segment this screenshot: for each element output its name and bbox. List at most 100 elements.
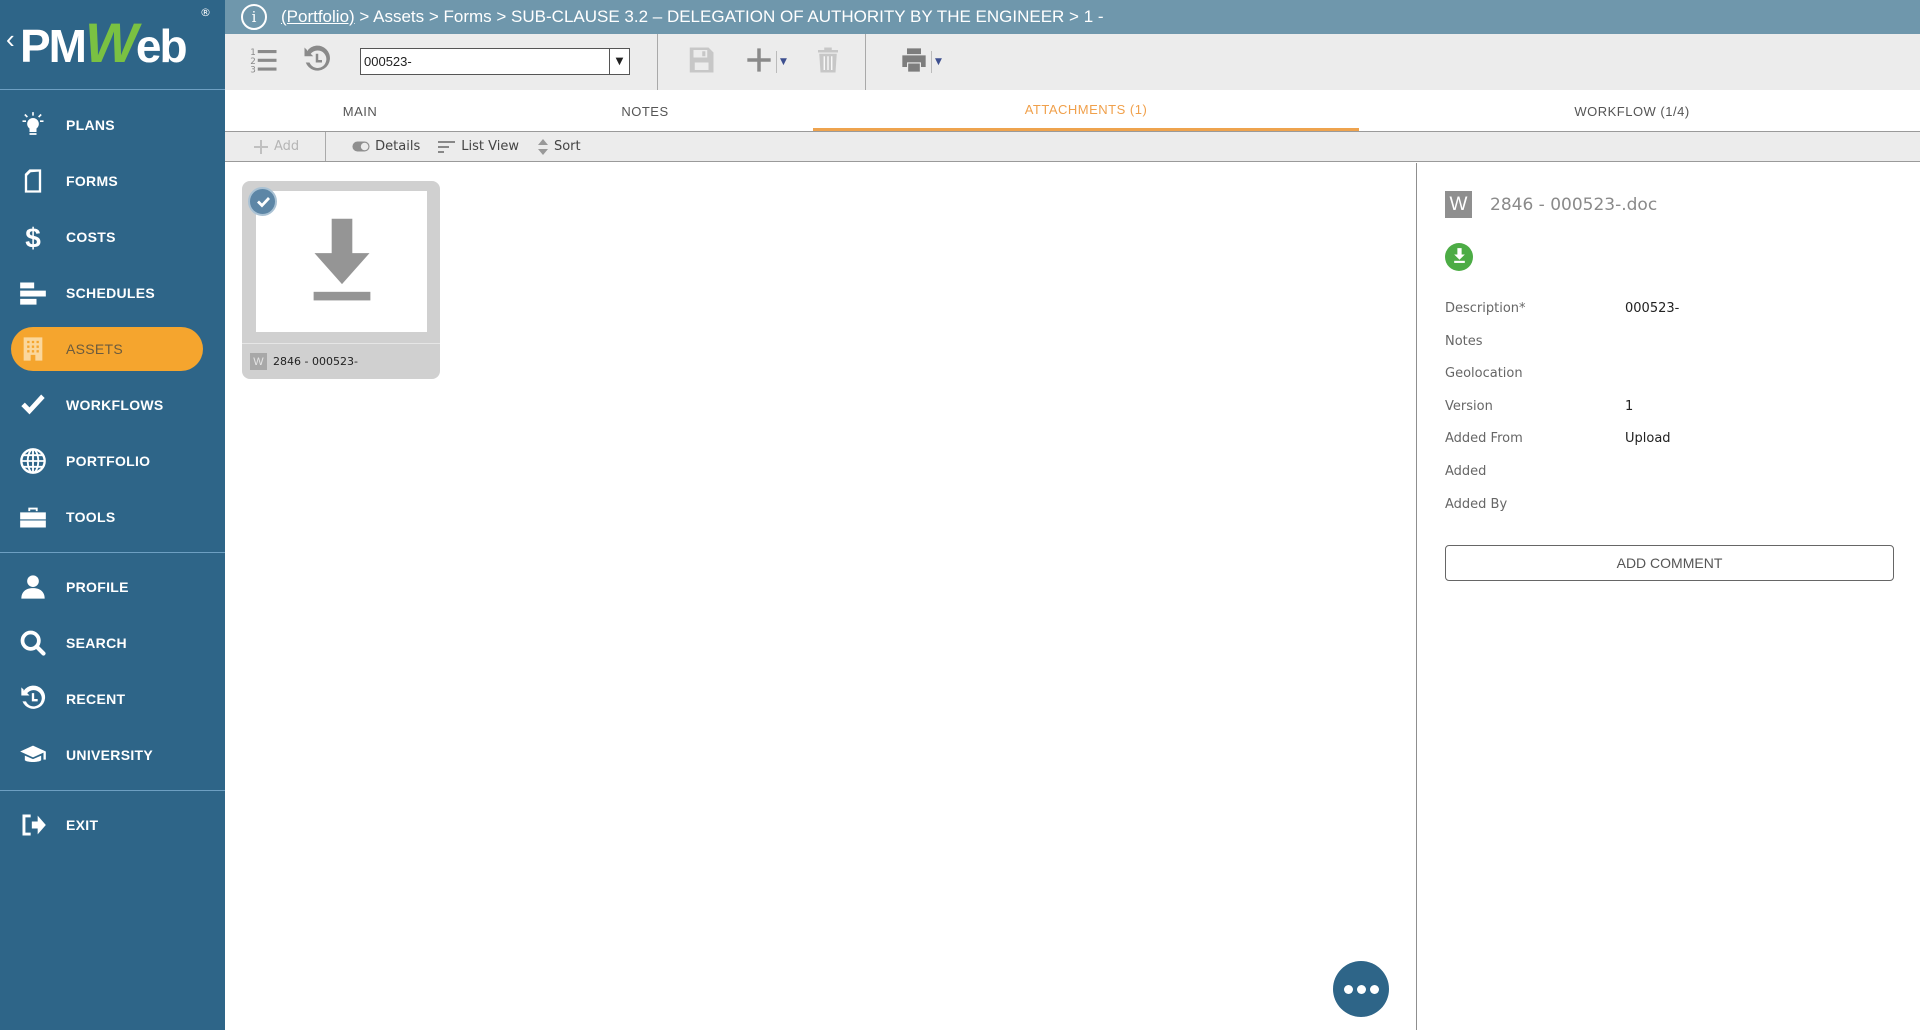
sidebar-item-label: PLANS [66, 117, 115, 133]
list-view-button[interactable]: List View [438, 139, 519, 154]
download-icon [1451, 247, 1468, 268]
sidebar-item-label: ASSETS [66, 341, 124, 357]
attachment-card[interactable]: W 2846 - 000523- [242, 181, 440, 379]
record-select[interactable]: 000523- ▼ [360, 48, 630, 75]
sidebar-item-profile[interactable]: PROFILE [0, 559, 225, 615]
caret-down-icon[interactable]: ▼ [780, 57, 787, 67]
field-label: Added From [1445, 431, 1523, 447]
document-icon [18, 166, 48, 196]
list-lines-icon [438, 140, 456, 154]
breadcrumb-portfolio-link[interactable]: (Portfolio) [281, 7, 355, 26]
info-icon[interactable]: i [241, 4, 267, 30]
attachment-name: 2846 - 000523- [273, 355, 358, 368]
sort-label: Sort [553, 139, 581, 154]
field-value: 1 [1625, 398, 1634, 414]
sidebar-item-portfolio[interactable]: PORTFOLIO [0, 433, 225, 489]
svg-text:3: 3 [250, 66, 256, 76]
field-label: Geolocation [1445, 366, 1523, 382]
sidebar-item-assets[interactable]: ASSETS [0, 321, 225, 377]
split-divider [776, 51, 778, 73]
tab-main[interactable]: MAIN [225, 90, 495, 132]
logo-text: PMWeb [20, 10, 188, 75]
file-name: 2846 - 000523-.doc [1490, 194, 1658, 215]
save-button[interactable] [684, 46, 718, 78]
list-view-label: List View [461, 139, 519, 154]
details-header: W 2846 - 000523-.doc [1445, 191, 1657, 218]
dot [1343, 984, 1353, 994]
record-toolbar: 123 000523- ▼ ▼ ▼ [225, 34, 1920, 90]
exit-nav: EXIT [0, 797, 225, 853]
sidebar-item-university[interactable]: UNIVERSITY [0, 727, 225, 783]
attachment-card-footer: W 2846 - 000523- [242, 343, 440, 379]
field-notes: Notes [1445, 334, 1905, 367]
logo-pm: PM [20, 20, 87, 72]
sidebar-item-costs[interactable]: $ COSTS [0, 209, 225, 265]
word-file-icon: W [1445, 191, 1472, 218]
field-value[interactable]: 000523- [1625, 301, 1679, 316]
save-icon [686, 45, 716, 79]
field-label: Description* [1445, 301, 1526, 316]
record-tabs: MAIN NOTES ATTACHMENTS (1) WORKFLOW (1/4… [225, 90, 1920, 132]
sidebar-item-tools[interactable]: TOOLS [0, 489, 225, 545]
field-added: Added [1445, 464, 1905, 497]
field-value: Upload [1625, 431, 1671, 447]
details-toggle[interactable]: Details [352, 139, 420, 154]
tab-workflow[interactable]: WORKFLOW (1/4) [1359, 90, 1905, 132]
sort-icon [537, 138, 549, 156]
print-button[interactable]: ▼ [893, 46, 949, 78]
history-button[interactable] [300, 45, 334, 78]
graduation-cap-icon [18, 740, 48, 770]
sidebar-item-plans[interactable]: PLANS [0, 97, 225, 153]
breadcrumb: (Portfolio) > Assets > Forms > SUB-CLAUS… [281, 7, 1104, 27]
person-icon [18, 572, 48, 602]
field-geolocation: Geolocation [1445, 366, 1905, 399]
sidebar-item-label: EXIT [66, 817, 99, 833]
selected-check-icon[interactable] [248, 187, 277, 216]
download-arrow-icon [299, 217, 385, 307]
add-comment-button[interactable]: ADD COMMENT [1445, 545, 1894, 581]
building-icon [18, 334, 48, 364]
delete-button[interactable] [811, 46, 845, 78]
toolbar-divider [865, 34, 866, 90]
sidebar-item-workflows[interactable]: WORKFLOWS [0, 377, 225, 433]
field-label: Added [1445, 463, 1487, 479]
field-label: Version [1445, 398, 1493, 414]
caret-down-icon[interactable]: ▼ [935, 57, 942, 67]
toolbar-divider [657, 34, 658, 90]
sidebar-item-recent[interactable]: RECENT [0, 671, 225, 727]
pmweb-logo[interactable]: ‹ PMWeb ® [0, 0, 225, 90]
more-actions-button[interactable] [1333, 961, 1389, 1017]
field-label: Added By [1445, 496, 1508, 512]
field-version: Version 1 [1445, 399, 1905, 432]
download-button[interactable] [1445, 243, 1473, 271]
dot [1369, 984, 1379, 994]
sidebar-item-label: SEARCH [66, 635, 127, 651]
tab-attachments[interactable]: ATTACHMENTS (1) [813, 90, 1359, 131]
breadcrumb-path: > Assets > Forms > SUB-CLAUSE 3.2 – DELE… [354, 7, 1104, 26]
field-description: Description* 000523- [1445, 301, 1905, 334]
sidebar-item-search[interactable]: SEARCH [0, 615, 225, 671]
user-nav: PROFILE SEARCH RECENT UNIVERSITY [0, 559, 225, 783]
add-new-button[interactable]: ▼ [740, 46, 792, 78]
list-button[interactable]: 123 [247, 46, 281, 78]
sort-button[interactable]: Sort [537, 138, 581, 156]
sidebar-item-schedules[interactable]: SCHEDULES [0, 265, 225, 321]
globe-icon [18, 446, 48, 476]
dropdown-arrow-icon[interactable]: ▼ [609, 49, 629, 74]
back-chevron-icon[interactable]: ‹ [6, 24, 15, 55]
sidebar-item-label: RECENT [66, 691, 126, 707]
tab-notes[interactable]: NOTES [495, 90, 795, 132]
sidebar-item-forms[interactable]: FORMS [0, 153, 225, 209]
sidebar-item-exit[interactable]: EXIT [0, 797, 225, 853]
logo-eb: eb [135, 20, 188, 72]
field-added-from: Added From Upload [1445, 431, 1905, 464]
toggle-icon [352, 141, 370, 152]
printer-icon [900, 46, 928, 78]
nav-divider [0, 790, 225, 791]
main-nav: PLANS FORMS $ COSTS SCHEDULES ASSETS WOR… [0, 97, 225, 545]
add-attachment-button[interactable]: Add [253, 139, 299, 155]
record-select-value: 000523- [364, 54, 412, 69]
registered-mark: ® [200, 6, 211, 19]
dot [1356, 984, 1366, 994]
numbered-list-icon: 123 [249, 45, 279, 79]
